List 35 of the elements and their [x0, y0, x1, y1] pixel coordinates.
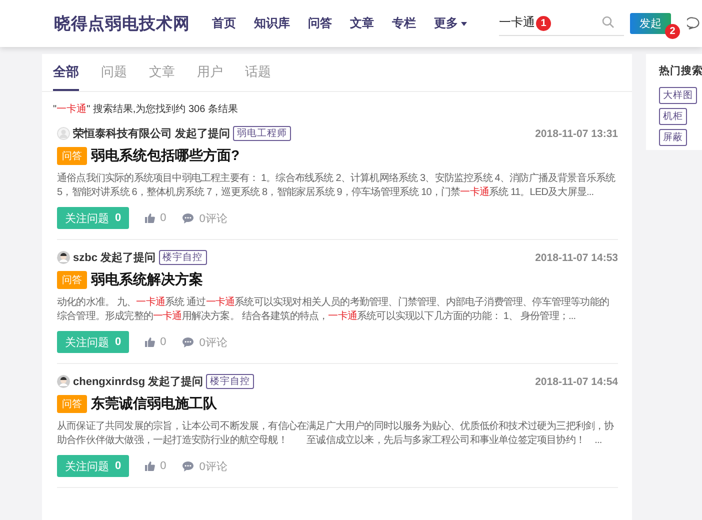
post-time: 2018-11-07 14:53	[535, 252, 618, 264]
type-label: 问答	[57, 147, 87, 165]
topic-tag[interactable]: 楼宇自控	[158, 250, 207, 265]
like-count: 0	[160, 460, 166, 472]
number-marker: 2	[665, 24, 680, 39]
post-time: 2018-11-07 13:31	[535, 128, 618, 140]
question-title[interactable]: 东莞诚信弱电施工队	[91, 395, 217, 413]
search-tag[interactable]: 大样图	[659, 87, 697, 104]
results-summary: "一卡通" 搜索结果,为您找到约 306 条结果	[53, 102, 239, 116]
question-title[interactable]: 弱电系统解决方案	[91, 271, 203, 289]
search-tag[interactable]: 机柜	[659, 108, 687, 125]
author-text: chengxinrdsg 发起了提问	[73, 374, 204, 389]
type-label: 问答	[57, 271, 87, 289]
nav-link[interactable]: 问答	[308, 15, 332, 32]
nav-link[interactable]: 首页	[212, 15, 236, 32]
nav-link[interactable]: 文章	[350, 15, 374, 32]
like-count: 0	[160, 336, 166, 348]
excerpt-text: 从而保证了共同发展的宗旨，让本公司不断发展，有信心在满足广大用户的同时以服务为贴心、优质低价和技术过硬为三把利剑，协助合作伙伴做大做强，一起打造安防行业的航空母舰！ 至诚信成立以来，先后与多家工程公司和事业单位签定项目协约！ ...	[57, 420, 615, 448]
author-text: 荣恒泰科技有限公司 发起了提问	[73, 126, 230, 141]
excerpt-text: 动化的水准。 九、一卡通系统 通过一卡通系统可以实现对相关人员的考勤管理、门禁管理、内部电子消费管理、停车管理等功能的综合管理。形成完整的一卡通用解决方案。 结合各建筑的特点，一卡通系统可以实现以下几方面的功能： 1、 身份管理；...	[57, 296, 610, 324]
filter-tab[interactable]: 全部	[53, 54, 79, 91]
type-label: 问答	[57, 395, 87, 413]
start-button[interactable]: 发起	[630, 13, 671, 34]
post-time: 2018-11-07 14:54	[535, 376, 618, 388]
search-tag[interactable]: 屏蔽	[659, 129, 687, 146]
nav-link[interactable]: 知识库	[254, 15, 290, 32]
author-text: szbc 发起了提问	[73, 250, 156, 265]
excerpt-text: 通俗点我们实际的系统项目中弱电工程主要有： 1。综合布线系统 2、计算机网络系统 3、安防监控系统 4、消防广播及背景音乐系统 5，智能对讲系统 6，整体机房系统 7，巡更系统 8，智能家居系统 9，停车场管理系统 10，门禁一卡通系统 11。LED及大屏显...	[57, 172, 616, 200]
site-logo[interactable]: 晓得点弱电技术网	[54, 12, 190, 34]
like-count: 0	[160, 212, 166, 224]
question-title[interactable]: 弱电系统包括哪些方面?	[91, 147, 240, 165]
nav-link[interactable]: 更多	[434, 15, 467, 32]
nav-link[interactable]: 专栏	[392, 15, 416, 32]
topic-tag[interactable]: 弱电工程师	[233, 126, 292, 141]
topic-tag[interactable]: 楼宇自控	[206, 374, 254, 389]
